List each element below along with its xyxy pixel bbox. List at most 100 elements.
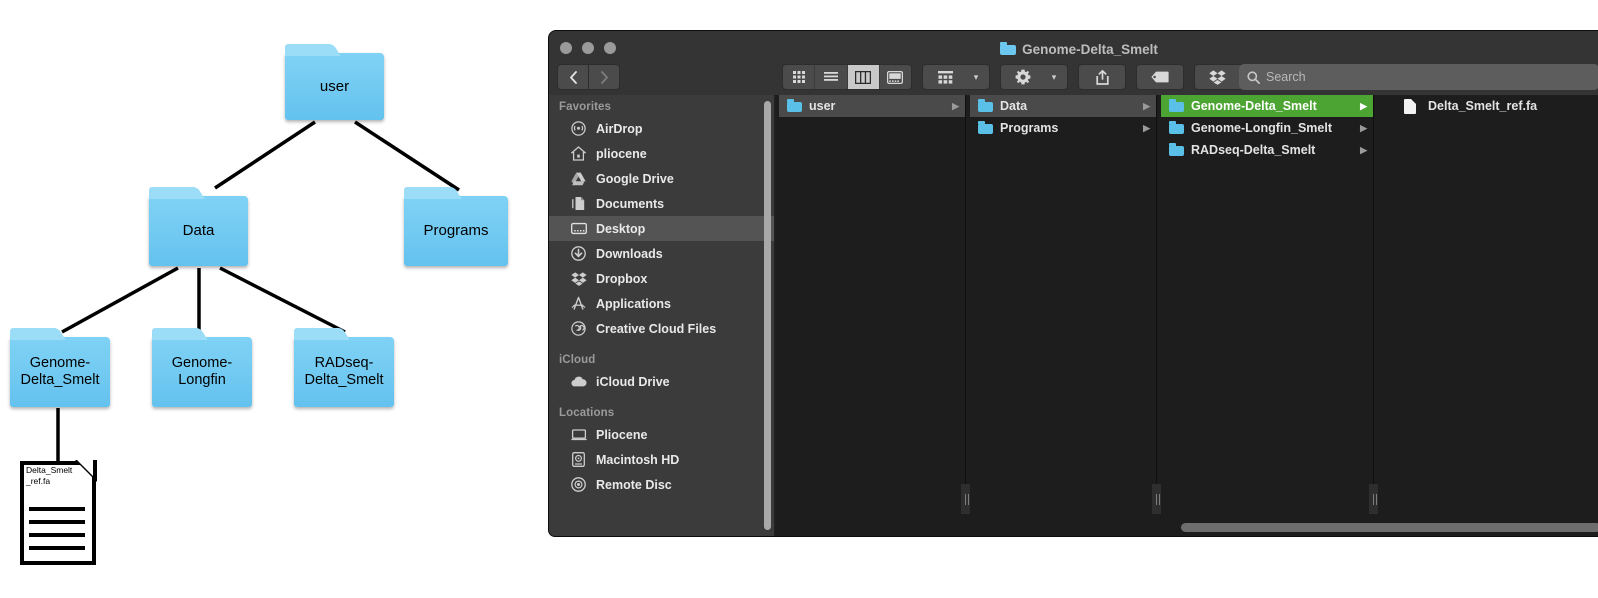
diagram-folder-genome-delta-smelt: Genome- Delta_Smelt (10, 328, 110, 407)
sidebar-item-creative-cloud-files[interactable]: Creative Cloud Files (549, 316, 774, 341)
sidebar-item-label: Desktop (596, 221, 646, 236)
arrange-grid-icon (937, 70, 953, 84)
documents-icon (570, 195, 587, 212)
view-mode-group[interactable] (782, 64, 912, 90)
sidebar-item-applications[interactable]: Applications (549, 291, 774, 316)
chevron-down-icon[interactable]: ▾ (1045, 65, 1063, 89)
chevron-right-icon: ▶ (1360, 100, 1367, 111)
search-icon (1247, 70, 1260, 84)
sidebar-item-desktop[interactable]: Desktop (549, 216, 774, 241)
diagram-folder-label: Genome- Delta_Smelt (20, 354, 100, 388)
chevron-right-icon: ▶ (952, 100, 959, 111)
share-button[interactable] (1079, 65, 1125, 89)
sidebar-item-icloud-drive[interactable]: iCloud Drive (549, 369, 774, 394)
row-label: Delta_Smelt_ref.fa (1428, 99, 1538, 113)
tag-group[interactable] (1136, 64, 1184, 90)
share-group[interactable] (1078, 64, 1126, 90)
sidebar-item-google-drive[interactable]: Google Drive (549, 166, 774, 191)
sidebar-section-locations-header: Locations (559, 407, 615, 419)
tag-icon (1151, 71, 1169, 83)
column-resize-handle[interactable] (961, 484, 970, 514)
sidebar-item-label: Pliocene (596, 427, 648, 442)
chevron-right-icon: ▶ (1143, 122, 1150, 133)
sidebar[interactable]: Favorites AirDrop pliocene Google Drive … (549, 95, 774, 536)
column-3[interactable]: Genome-Delta_Smelt ▶ Genome-Longfin_Smel… (1161, 95, 1374, 514)
column-row-genome-longfin-smelt[interactable]: Genome-Longfin_Smelt ▶ (1161, 117, 1373, 139)
horizontal-scrollbar-thumb[interactable] (1181, 523, 1598, 532)
column-4[interactable]: Delta_Smelt_ref.fa (1378, 95, 1598, 514)
back-button[interactable] (557, 64, 589, 90)
row-label: Genome-Delta_Smelt (1191, 99, 1317, 113)
applications-icon (570, 295, 587, 312)
action-gear-button[interactable] (1001, 65, 1045, 89)
column-view-button[interactable] (847, 65, 880, 89)
sidebar-item-dropbox[interactable]: Dropbox (549, 266, 774, 291)
gallery-view-button[interactable] (880, 65, 911, 89)
arrange-button[interactable] (923, 65, 967, 89)
grid-icon (792, 71, 805, 83)
diagram-folder-radseq-delta-smelt: RADseq- Delta_Smelt (294, 328, 394, 407)
chevron-right-icon: ▶ (1143, 100, 1150, 111)
forward-button[interactable] (589, 64, 620, 90)
dropbox-glyph-icon (1208, 69, 1226, 85)
diagram-folder-label: Data (182, 222, 215, 240)
sidebar-item-label: Macintosh HD (596, 452, 680, 467)
list-view-button[interactable] (815, 65, 848, 89)
chevron-down-icon[interactable]: ▾ (967, 65, 985, 89)
laptop-icon (570, 426, 587, 443)
diagram-folder-label: user (319, 77, 350, 95)
window-titlebar[interactable]: Genome-Delta_Smelt ▾ ▾ Search (549, 31, 1598, 96)
dropbox-icon[interactable] (1195, 65, 1239, 89)
sidebar-item-macintosh-hd[interactable]: Macintosh HD (549, 447, 774, 472)
sidebar-item-label: Dropbox (596, 271, 648, 286)
list-icon (823, 72, 838, 81)
column-row-programs[interactable]: Programs ▶ (970, 117, 1156, 139)
sidebar-item-airdrop[interactable]: AirDrop (549, 116, 774, 141)
column-row-genome-delta-smelt[interactable]: Genome-Delta_Smelt ▶ (1161, 95, 1373, 117)
search-field[interactable]: Search (1239, 64, 1598, 90)
finder-window: Genome-Delta_Smelt ▾ ▾ Search Favorites … (549, 31, 1598, 536)
chevron-right-icon (600, 70, 608, 84)
column-row-radseq-delta-smelt[interactable]: RADseq-Delta_Smelt ▶ (1161, 139, 1373, 161)
sidebar-item-label: Documents (596, 196, 665, 211)
folder-tab (294, 328, 336, 340)
column-row-data[interactable]: Data ▶ (970, 95, 1156, 117)
column-resize-handle[interactable] (1369, 484, 1378, 514)
sidebar-item-label: Downloads (596, 246, 663, 261)
diagram-folder-data: Data (149, 187, 248, 266)
icon-view-button[interactable] (783, 65, 816, 89)
action-group[interactable]: ▾ (1000, 64, 1068, 90)
navigation-buttons[interactable] (557, 64, 620, 90)
folder-tab (152, 328, 194, 340)
chevron-right-icon: ▶ (1360, 122, 1367, 133)
google-drive-icon (570, 170, 587, 187)
column-resize-handle[interactable] (1152, 484, 1161, 514)
tag-button[interactable] (1137, 65, 1183, 89)
document-rule (29, 520, 85, 524)
folder-icon (1169, 121, 1184, 134)
sidebar-section-icloud-header: iCloud (559, 354, 596, 366)
sidebar-scrollbar[interactable] (764, 101, 771, 530)
column-row-delta-smelt-ref-fa[interactable]: Delta_Smelt_ref.fa (1378, 95, 1598, 117)
sidebar-item-pliocene[interactable]: pliocene (549, 141, 774, 166)
chevron-left-icon (569, 70, 577, 84)
sidebar-item-documents[interactable]: Documents (549, 191, 774, 216)
document-rule (29, 507, 85, 511)
sidebar-item-label: Remote Disc (596, 477, 672, 492)
horizontal-scrollbar[interactable] (779, 521, 1598, 533)
sidebar-item-downloads[interactable]: Downloads (549, 241, 774, 266)
arrange-group[interactable]: ▾ (922, 64, 990, 90)
column-1[interactable]: user ▶ (779, 95, 966, 514)
sidebar-item-label: iCloud Drive (596, 374, 670, 389)
harddisk-icon (570, 451, 587, 468)
sidebar-item-label: pliocene (596, 146, 647, 161)
diagram-file-label: Delta_Smelt _ref.fa (26, 465, 73, 487)
column-2[interactable]: Data ▶ Programs ▶ (970, 95, 1157, 514)
search-placeholder: Search (1266, 70, 1306, 84)
sidebar-item-remote-disc[interactable]: Remote Disc (549, 472, 774, 497)
column-row-user[interactable]: user ▶ (779, 95, 965, 117)
downloads-icon (570, 245, 587, 262)
sidebar-item-pliocene-location[interactable]: Pliocene (549, 422, 774, 447)
desktop-icon (570, 220, 587, 237)
disc-icon (570, 476, 587, 493)
